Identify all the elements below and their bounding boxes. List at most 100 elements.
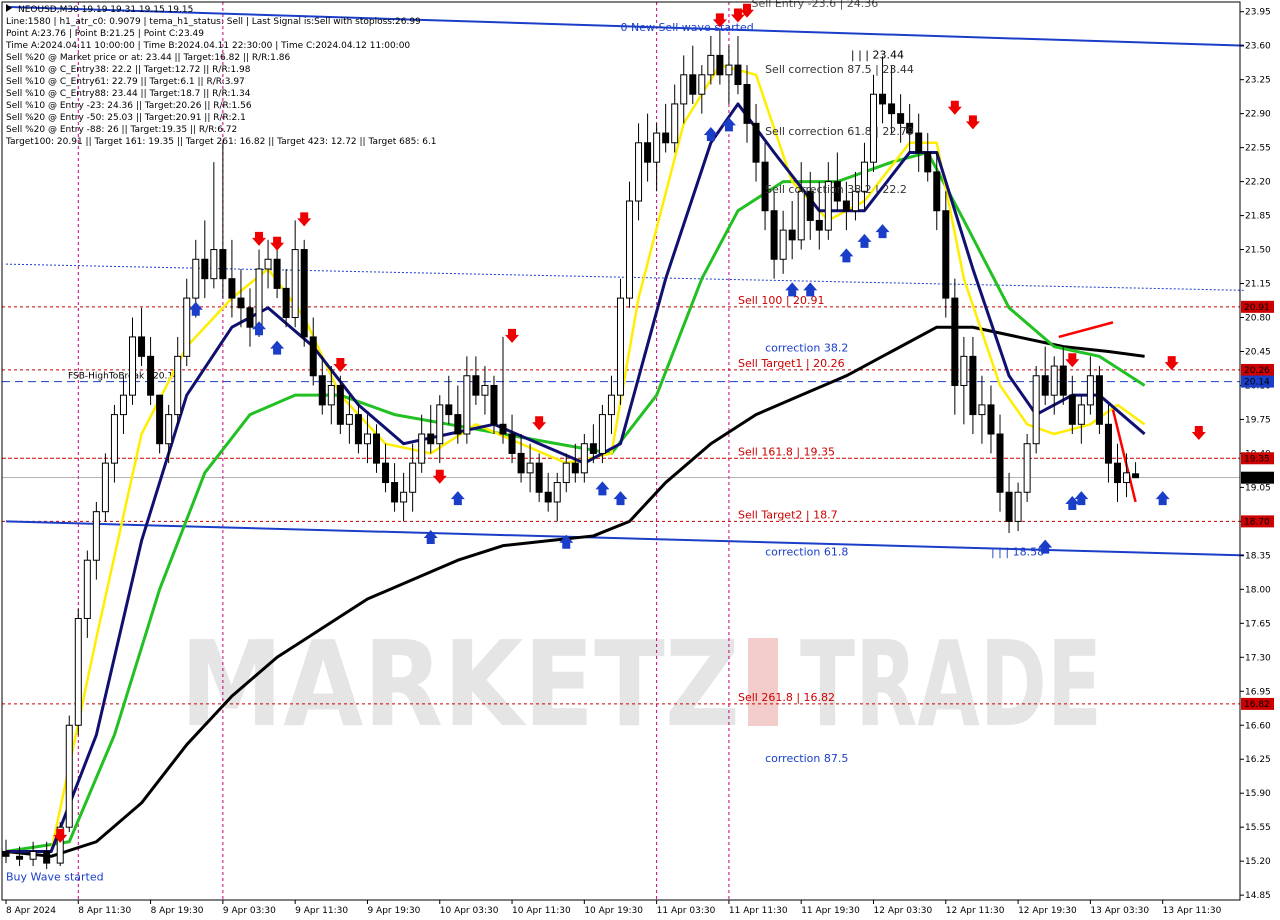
candle-body — [1059, 365, 1067, 396]
y-tick-label: 23.95 — [1245, 8, 1271, 18]
candle-body — [481, 384, 489, 396]
candle-body — [842, 200, 850, 212]
candle-body — [1113, 462, 1121, 484]
candle-body — [653, 132, 661, 163]
candle-body — [752, 122, 760, 163]
candle-body — [779, 229, 787, 260]
candle-body — [382, 462, 390, 484]
y-tick-label: 19.75 — [1245, 415, 1271, 425]
level-label: Sell 261.8 | 16.82 — [738, 691, 835, 704]
candle-body — [92, 511, 100, 561]
candle-body — [897, 113, 905, 124]
candle-body — [924, 151, 932, 173]
candle-body — [562, 462, 570, 484]
candle-body — [101, 462, 109, 513]
candle-body — [1050, 365, 1058, 396]
candle-body — [436, 404, 444, 445]
candle-body — [734, 64, 742, 86]
candle-body — [626, 200, 634, 299]
watermark-right: TRADE — [800, 615, 1102, 753]
price-tag-label: 20.91 — [1244, 303, 1270, 313]
candle-body — [526, 462, 534, 474]
candle-body — [463, 375, 471, 435]
candle-body — [165, 414, 173, 445]
x-tick-label: 12 Apr 03:30 — [874, 906, 933, 916]
candle-body — [635, 142, 643, 202]
candle-body — [689, 74, 697, 95]
y-tick-label: 18.35 — [1245, 551, 1271, 561]
candle-body — [210, 249, 218, 280]
x-tick-label: 13 Apr 03:30 — [1090, 906, 1149, 916]
candle-body — [156, 394, 164, 445]
x-tick-label: 12 Apr 11:30 — [946, 906, 1005, 916]
candle-body — [490, 384, 498, 425]
candle-body — [879, 93, 887, 105]
candle-body — [698, 74, 706, 95]
x-tick-label: 8 Apr 19:30 — [151, 906, 204, 916]
annotation-label: | | | 23.44 — [851, 48, 904, 61]
info-line: NEOUSD,M30 19.19 19.31 19.15 19.15 — [18, 5, 193, 15]
candle-body — [1077, 404, 1085, 425]
price-tag-label: 20.14 — [1244, 378, 1270, 388]
candle-body — [246, 307, 254, 328]
info-line: Time A:2024.04.11 10:00:00 | Time B:2024… — [5, 41, 410, 51]
x-tick-label: 10 Apr 11:30 — [512, 906, 571, 916]
candle-body — [508, 433, 516, 454]
candle-body — [517, 452, 525, 474]
y-tick-label: 15.20 — [1245, 857, 1271, 867]
candle-body — [725, 64, 733, 76]
annotation-label: Buy Wave started — [6, 871, 104, 884]
x-tick-label: 9 Apr 11:30 — [295, 906, 348, 916]
y-tick-label: 21.50 — [1245, 246, 1271, 256]
candle-body — [815, 219, 823, 231]
candle-body — [119, 394, 127, 416]
candle-body — [1123, 472, 1131, 484]
price-tag-label: 19.15 — [1244, 474, 1270, 484]
candle-body — [391, 482, 399, 503]
candle-body — [707, 54, 715, 76]
annotation-label: correction 38.2 — [765, 341, 848, 354]
y-tick-label: 18.00 — [1245, 585, 1271, 595]
candle-body — [671, 103, 679, 144]
candle-body — [400, 491, 408, 503]
candle-body — [1104, 423, 1112, 464]
candle-body — [65, 724, 73, 828]
candle-body — [273, 258, 281, 289]
annotation-label: Sell correction 87.5 | 23.44 — [765, 63, 914, 76]
candle-body — [951, 297, 959, 386]
candle-body — [1005, 491, 1013, 522]
candle-body — [129, 336, 137, 396]
candle-body — [291, 249, 299, 319]
candle-body — [553, 482, 561, 503]
info-line: Sell %20 @ Entry -88: 26 || Target:19.35… — [6, 125, 237, 135]
candle-body — [2, 850, 10, 857]
info-line: Line:1580 | h1_atr_c0: 0.9079 | tema_h1_… — [6, 17, 421, 27]
price-tag-label: 19.35 — [1244, 454, 1270, 464]
candle-body — [300, 249, 308, 338]
x-tick-label: 12 Apr 19:30 — [1018, 906, 1077, 916]
watermark-left: MARKETZ — [180, 615, 740, 753]
candle-body — [589, 443, 597, 454]
candle-body — [147, 355, 155, 396]
candle-body — [110, 414, 118, 464]
level-label: Sell Target1 | 20.26 — [738, 357, 845, 370]
y-tick-label: 23.60 — [1245, 42, 1271, 52]
candle-body — [237, 297, 245, 309]
x-tick-label: 8 Apr 11:30 — [78, 906, 131, 916]
candle-body — [662, 132, 670, 144]
candle-body — [354, 414, 362, 445]
candle-body — [255, 268, 263, 328]
candle-body — [770, 210, 778, 260]
y-tick-label: 16.25 — [1245, 755, 1271, 765]
candle-body — [915, 132, 923, 153]
x-tick-label: 11 Apr 19:30 — [801, 906, 860, 916]
candle-body — [427, 433, 435, 445]
annotation-label: Sell correction 61.8 | 22.79 — [765, 125, 914, 138]
candle-body — [1014, 491, 1022, 522]
candle-body — [716, 54, 724, 76]
price-chart[interactable]: MARKETZ TRADE Sell 100 | 20.91Sell Target… — [0, 0, 1280, 920]
candle-body — [1068, 394, 1076, 425]
price-tag-label: 18.70 — [1244, 517, 1270, 527]
info-line: Target100: 20.91 || Target 161: 19.35 ||… — [5, 137, 437, 147]
price-tag-label: 20.26 — [1244, 366, 1270, 376]
